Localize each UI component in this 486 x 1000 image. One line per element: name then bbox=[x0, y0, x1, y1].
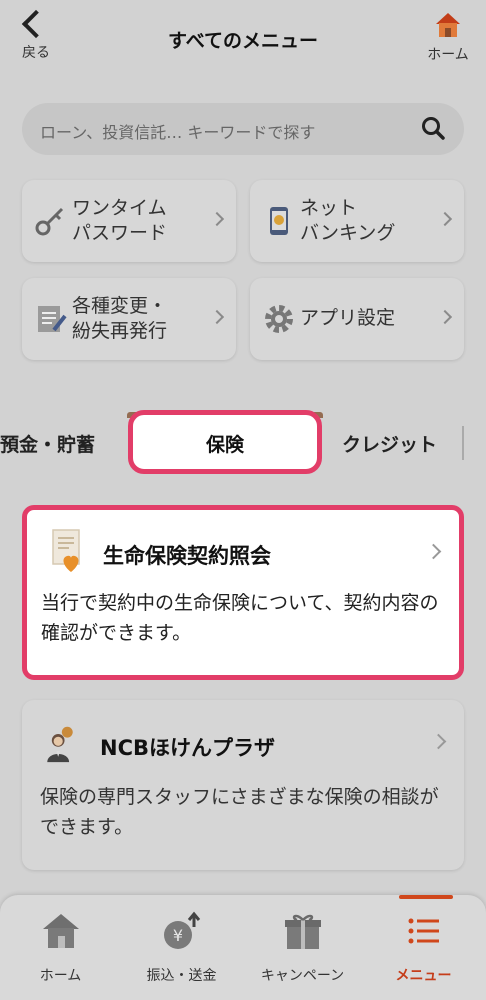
gift-icon bbox=[284, 914, 321, 949]
tile-app-settings[interactable]: アプリ設定 bbox=[250, 278, 464, 360]
category-tabs: 預金・貯蓄 保険 クレジット bbox=[0, 410, 486, 476]
yen-transfer-icon: ¥ bbox=[163, 911, 200, 949]
tab-divider bbox=[462, 426, 464, 460]
key-icon bbox=[35, 207, 64, 236]
nav-home[interactable]: ホーム bbox=[0, 895, 121, 1000]
insurance-document-icon bbox=[52, 529, 80, 572]
tile-changes-reissue[interactable]: 各種変更・ 紛失再発行 bbox=[22, 278, 236, 360]
chevron-right-icon bbox=[437, 211, 453, 227]
tab-deposits[interactable]: 預金・貯蓄 bbox=[0, 430, 95, 457]
search-placeholder: ローン、投資信託… キーワードで探す bbox=[40, 123, 316, 142]
page-title: すべてのメニュー bbox=[168, 30, 318, 52]
nav-label: メニュー bbox=[395, 968, 452, 984]
chevron-right-icon bbox=[437, 309, 453, 325]
card-life-insurance-inquiry[interactable]: 生命保険契約照会 当行で契約中の生命保険について、契約内容の確認ができます。 bbox=[22, 505, 464, 680]
tile-onetime-password[interactable]: ワンタイム パスワード bbox=[22, 180, 236, 262]
tile-label: ネット バンキング bbox=[300, 197, 396, 244]
search-bar[interactable]: ローン、投資信託… キーワードで探す bbox=[22, 103, 464, 155]
chevron-right-icon bbox=[209, 309, 225, 325]
consultant-icon bbox=[47, 726, 73, 763]
home-label: ホーム bbox=[427, 47, 469, 63]
home-icon bbox=[436, 13, 460, 37]
home-icon bbox=[42, 914, 79, 948]
card-description: 保険の専門スタッフにさまざまな保険の相談ができます。 bbox=[40, 786, 439, 838]
document-pen-icon bbox=[38, 306, 67, 332]
home-button[interactable]: ホーム bbox=[420, 10, 476, 70]
nav-transfer[interactable]: ¥ 振込・送金 bbox=[121, 895, 242, 1000]
nav-label: 振込・送金 bbox=[146, 968, 217, 984]
card-title: NCBほけんプラザ bbox=[100, 736, 275, 760]
chevron-right-icon bbox=[430, 733, 447, 750]
gear-icon bbox=[265, 305, 293, 333]
tab-insurance[interactable]: 保険 bbox=[128, 410, 322, 474]
search-icon[interactable] bbox=[420, 115, 446, 141]
tile-label: アプリ設定 bbox=[300, 307, 396, 329]
nav-menu[interactable]: メニュー bbox=[363, 895, 484, 1000]
nav-campaign[interactable]: キャンペーン bbox=[242, 895, 363, 1000]
menu-list-icon bbox=[408, 918, 439, 944]
svg-text:¥: ¥ bbox=[172, 926, 182, 945]
tab-credit[interactable]: クレジット bbox=[342, 430, 437, 457]
tile-net-banking[interactable]: ネット バンキング bbox=[250, 180, 464, 262]
nav-label: キャンペーン bbox=[260, 968, 345, 984]
header: 戻る すべてのメニュー ホーム bbox=[0, 0, 486, 80]
card-title: 生命保険契約照会 bbox=[103, 544, 271, 568]
tile-label: 各種変更・ 紛失再発行 bbox=[72, 295, 168, 342]
chevron-right-icon bbox=[425, 543, 442, 560]
bottom-navigation: ホーム ¥ 振込・送金 キャンペーン メニュー bbox=[0, 895, 486, 1000]
nav-label: ホーム bbox=[39, 968, 82, 984]
menu-screen: 戻る すべてのメニュー ホーム ローン、投資信託… キーワードで探す ワンタイム… bbox=[0, 0, 486, 1000]
card-description: 当行で契約中の生命保険について、契約内容の確認ができます。 bbox=[41, 592, 439, 644]
chevron-right-icon bbox=[209, 211, 225, 227]
tile-label: ワンタイム パスワード bbox=[72, 197, 168, 244]
card-ncb-hoken-plaza[interactable]: NCBほけんプラザ 保険の専門スタッフにさまざまな保険の相談ができます。 bbox=[22, 700, 464, 870]
tab-insurance-label: 保険 bbox=[205, 434, 244, 456]
smartphone-yen-icon bbox=[270, 207, 288, 235]
